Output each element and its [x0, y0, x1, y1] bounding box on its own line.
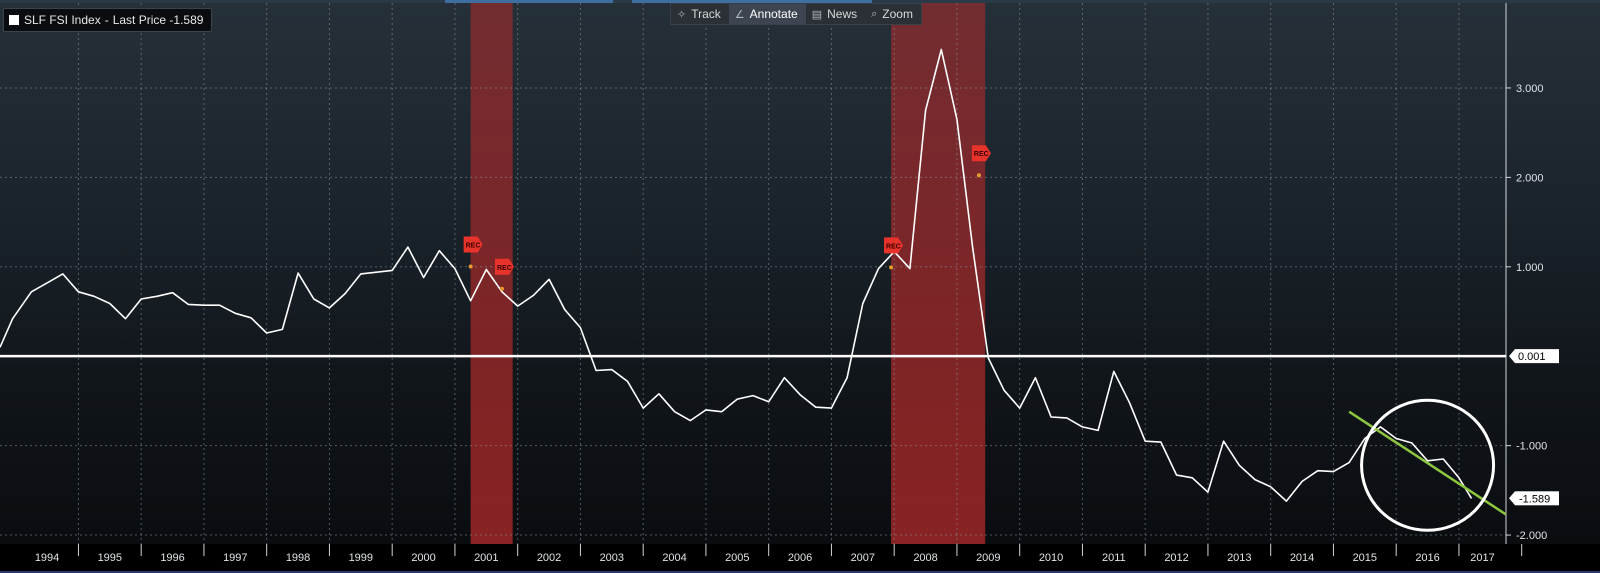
x-tick-label: 2015 — [1353, 552, 1377, 564]
pencil-icon: ∠ — [734, 8, 745, 21]
x-tick-label: 2009 — [976, 552, 1000, 564]
series-color-swatch — [9, 15, 19, 25]
fsi-series-line — [0, 48, 1473, 502]
last-value-label: -1.589 — [1509, 491, 1559, 506]
chart-window: 3.000 2.000 1.000 -1.000 -2.000 0.001 REC REC RE… — [0, 0, 1600, 573]
series-legend[interactable]: SLF FSI Index - Last Price -1.589 — [3, 8, 213, 32]
crosshair-icon: ✧ — [677, 8, 687, 21]
news-label: News — [827, 7, 858, 21]
y-tick-label: 1.000 — [1516, 262, 1544, 274]
x-tick-label: 2000 — [411, 552, 435, 564]
reference-line-label: 0.001 — [1509, 349, 1559, 364]
x-tick-label: 2012 — [1164, 552, 1188, 564]
x-tick-label: 1996 — [160, 552, 184, 564]
zoom-button[interactable]: ⌕ Zoom — [865, 4, 921, 24]
recession-dot — [889, 265, 894, 270]
x-tick-label: 2003 — [600, 552, 624, 564]
recession-dot — [468, 264, 473, 269]
x-tick-label: 2007 — [851, 552, 875, 564]
news-button[interactable]: ▤ News — [806, 4, 865, 24]
chart-toolbar: ✧ Track ∠ Annotate ▤ News ⌕ Zoom — [670, 3, 922, 25]
highlight-circle — [1360, 398, 1496, 532]
legend-ticker: SLF FSI Index — [24, 13, 101, 27]
last-value-text: -1.589 — [1519, 493, 1550, 505]
annotate-button[interactable]: ∠ Annotate — [728, 4, 806, 24]
recession-dot — [976, 173, 981, 178]
y-tick-label: -1.000 — [1516, 441, 1547, 453]
x-tick-label: 2010 — [1039, 552, 1063, 564]
legend-field: Last Price — [112, 13, 167, 27]
recession-badge-label: REC — [886, 243, 901, 250]
x-tick-label: 1994 — [35, 552, 59, 564]
x-tick-label: 2014 — [1290, 552, 1314, 564]
annotate-label: Annotate — [749, 7, 798, 21]
x-tick-label: 2006 — [788, 552, 812, 564]
x-tick-label: 2001 — [474, 552, 498, 564]
x-tick-label: 1999 — [349, 552, 373, 564]
x-tick-label: 2016 — [1415, 552, 1439, 564]
recession-badge-label: REC — [497, 265, 512, 272]
x-tick-label: 2005 — [725, 552, 749, 564]
x-tick-label: 1995 — [98, 552, 122, 564]
x-tick-label: 2013 — [1227, 552, 1251, 564]
y-tick-label: 2.000 — [1516, 172, 1544, 184]
reference-value-label: 0.001 — [1518, 351, 1546, 363]
reference-label-pointer — [1509, 349, 1515, 364]
last-value-pointer — [1509, 491, 1515, 506]
track-label: Track — [691, 7, 721, 21]
y-tick-label: -2.000 — [1516, 530, 1547, 542]
news-icon: ▤ — [811, 8, 823, 21]
recession-badge-label: REC — [974, 151, 989, 158]
legend-value: -1.589 — [169, 13, 204, 27]
x-tick-label: 1998 — [286, 552, 310, 564]
x-tick-label: 2011 — [1102, 552, 1126, 564]
x-tick-label: 1997 — [223, 552, 247, 564]
recession-dot — [500, 286, 504, 291]
legend-separator: - — [104, 13, 109, 27]
x-tick-label: 2008 — [913, 552, 937, 564]
x-tick-label: 2004 — [662, 552, 686, 564]
zoom-label: Zoom — [882, 7, 913, 21]
recession-band — [891, 3, 986, 544]
recession-badge-label: REC — [466, 242, 481, 249]
track-button[interactable]: ✧ Track — [671, 4, 729, 24]
x-tick-label: 2002 — [537, 552, 561, 564]
x-tick-label: 2017 — [1470, 552, 1494, 564]
y-tick-label: 3.000 — [1516, 83, 1544, 95]
magnifier-icon: ⌕ — [871, 7, 878, 20]
fsi-line-chart[interactable]: 3.000 2.000 1.000 -1.000 -2.000 0.001 REC REC RE… — [0, 0, 1600, 573]
